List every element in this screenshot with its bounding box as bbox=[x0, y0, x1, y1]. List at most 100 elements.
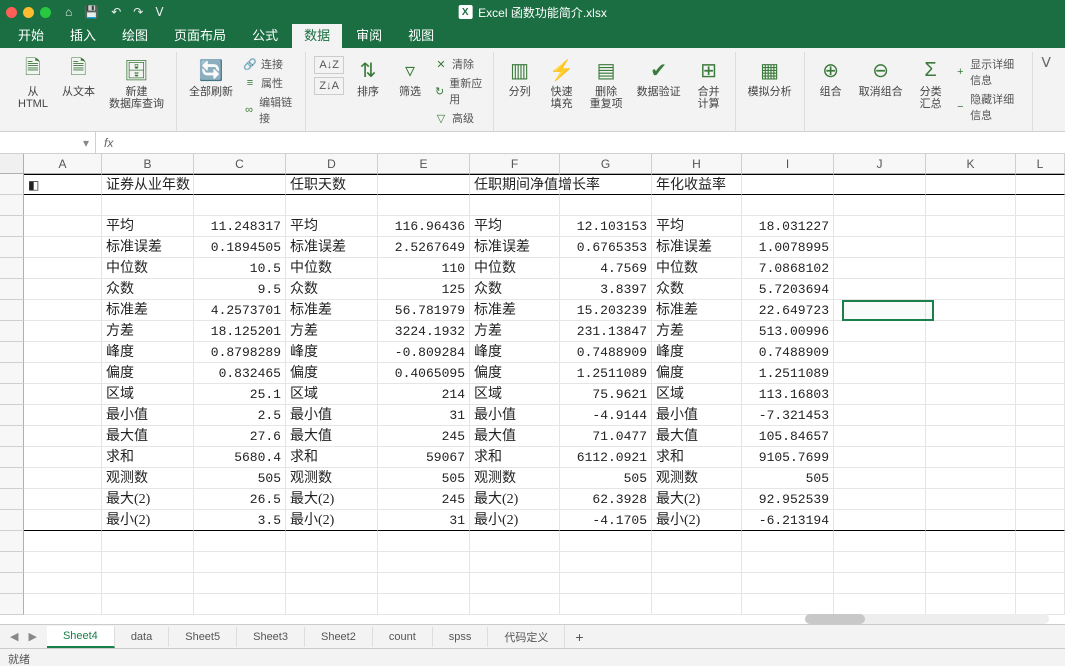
cell[interactable] bbox=[834, 300, 926, 321]
cell[interactable] bbox=[24, 468, 102, 489]
from-html-button[interactable]: 🗎从 HTML bbox=[14, 54, 52, 112]
save-icon[interactable]: 💾 bbox=[84, 5, 99, 19]
cell[interactable] bbox=[652, 552, 742, 573]
cell[interactable]: 505 bbox=[194, 468, 286, 489]
cell[interactable]: 区域 bbox=[286, 384, 378, 405]
cell[interactable] bbox=[286, 552, 378, 573]
cell[interactable]: 偏度 bbox=[286, 363, 378, 384]
cell[interactable] bbox=[24, 531, 102, 552]
sheet-tab[interactable]: Sheet5 bbox=[169, 627, 237, 647]
tab-page-layout[interactable]: 页面布局 bbox=[162, 21, 238, 48]
cell[interactable]: 中位数 bbox=[470, 258, 560, 279]
cell[interactable] bbox=[834, 426, 926, 447]
customize-qat-icon[interactable]: ᐯ bbox=[155, 5, 163, 19]
cell[interactable] bbox=[194, 531, 286, 552]
cell[interactable] bbox=[560, 552, 652, 573]
cell[interactable] bbox=[470, 531, 560, 552]
cell[interactable] bbox=[926, 279, 1016, 300]
cell[interactable] bbox=[1016, 573, 1065, 594]
text-to-columns-button[interactable]: ▥分列 bbox=[502, 54, 538, 112]
cell[interactable]: 505 bbox=[742, 468, 834, 489]
cell[interactable] bbox=[194, 195, 286, 216]
row-header[interactable] bbox=[0, 405, 24, 426]
cell[interactable] bbox=[926, 552, 1016, 573]
cell[interactable]: 113.16803 bbox=[742, 384, 834, 405]
cell[interactable]: 3.5 bbox=[194, 510, 286, 531]
cell[interactable] bbox=[1016, 447, 1065, 468]
cell[interactable] bbox=[926, 426, 1016, 447]
cell[interactable]: 110 bbox=[378, 258, 470, 279]
cell[interactable]: 31 bbox=[378, 405, 470, 426]
cell[interactable] bbox=[742, 195, 834, 216]
col-header[interactable]: J bbox=[834, 154, 926, 174]
tab-draw[interactable]: 绘图 bbox=[110, 21, 160, 48]
edit-links-button[interactable]: ∞编辑链接 bbox=[243, 94, 297, 126]
cell[interactable]: 0.7488909 bbox=[742, 342, 834, 363]
cell[interactable] bbox=[834, 174, 926, 195]
cell[interactable] bbox=[24, 258, 102, 279]
cell[interactable]: 最小(2) bbox=[652, 510, 742, 531]
cell[interactable]: -0.809284 bbox=[378, 342, 470, 363]
ungroup-button[interactable]: ⊖取消组合 bbox=[855, 54, 907, 123]
cell[interactable]: -7.321453 bbox=[742, 405, 834, 426]
cell[interactable]: 众数 bbox=[470, 279, 560, 300]
cell[interactable]: 峰度 bbox=[286, 342, 378, 363]
cell[interactable]: 71.0477 bbox=[560, 426, 652, 447]
row-header[interactable] bbox=[0, 447, 24, 468]
cell[interactable] bbox=[378, 573, 470, 594]
cell[interactable] bbox=[926, 258, 1016, 279]
cell[interactable]: 505 bbox=[378, 468, 470, 489]
cell[interactable]: 标准误差 bbox=[652, 237, 742, 258]
refresh-all-button[interactable]: 🔄全部刷新 bbox=[185, 54, 237, 126]
cell[interactable] bbox=[742, 552, 834, 573]
cell[interactable] bbox=[1016, 363, 1065, 384]
cell[interactable]: 区域 bbox=[102, 384, 194, 405]
col-header[interactable]: B bbox=[102, 154, 194, 174]
name-box[interactable]: ▾ bbox=[0, 132, 96, 153]
close-icon[interactable] bbox=[6, 7, 17, 18]
cell[interactable] bbox=[834, 216, 926, 237]
properties-button[interactable]: ≡属性 bbox=[243, 75, 297, 91]
row-header[interactable] bbox=[0, 258, 24, 279]
cell[interactable] bbox=[1016, 531, 1065, 552]
row-header[interactable] bbox=[0, 531, 24, 552]
cell[interactable]: 观测数 bbox=[470, 468, 560, 489]
cell[interactable] bbox=[834, 552, 926, 573]
cell[interactable] bbox=[926, 468, 1016, 489]
cell[interactable] bbox=[834, 384, 926, 405]
cell[interactable] bbox=[194, 174, 286, 195]
cell[interactable]: 505 bbox=[560, 468, 652, 489]
cell[interactable]: 求和 bbox=[652, 447, 742, 468]
row-header[interactable] bbox=[0, 216, 24, 237]
cell[interactable] bbox=[378, 195, 470, 216]
cell[interactable]: 求和 bbox=[286, 447, 378, 468]
cell[interactable]: 峰度 bbox=[652, 342, 742, 363]
cell[interactable]: 18.031227 bbox=[742, 216, 834, 237]
cell[interactable] bbox=[834, 573, 926, 594]
new-db-query-button[interactable]: 🗄新建 数据库查询 bbox=[105, 54, 168, 112]
cell[interactable]: 最大(2) bbox=[102, 489, 194, 510]
row-header[interactable] bbox=[0, 594, 24, 615]
cell[interactable] bbox=[24, 342, 102, 363]
tab-review[interactable]: 审阅 bbox=[344, 21, 394, 48]
cell[interactable] bbox=[24, 426, 102, 447]
cell[interactable]: 105.84657 bbox=[742, 426, 834, 447]
cell[interactable]: 2.5267649 bbox=[378, 237, 470, 258]
cell[interactable] bbox=[378, 552, 470, 573]
cell[interactable] bbox=[652, 195, 742, 216]
cell[interactable]: 观测数 bbox=[652, 468, 742, 489]
cell[interactable]: 最小值 bbox=[102, 405, 194, 426]
cell[interactable] bbox=[926, 531, 1016, 552]
cell[interactable]: 31 bbox=[378, 510, 470, 531]
cell[interactable] bbox=[1016, 489, 1065, 510]
consolidate-button[interactable]: ⊞合并 计算 bbox=[691, 54, 727, 112]
cell[interactable]: 平均 bbox=[470, 216, 560, 237]
cell[interactable] bbox=[1016, 195, 1065, 216]
whatif-button[interactable]: ▦模拟分析 bbox=[744, 54, 796, 100]
cell[interactable] bbox=[470, 594, 560, 615]
cell[interactable]: 18.125201 bbox=[194, 321, 286, 342]
cell[interactable]: 最小值 bbox=[470, 405, 560, 426]
cell[interactable]: 中位数 bbox=[286, 258, 378, 279]
row-header[interactable] bbox=[0, 426, 24, 447]
cell[interactable]: 5680.4 bbox=[194, 447, 286, 468]
